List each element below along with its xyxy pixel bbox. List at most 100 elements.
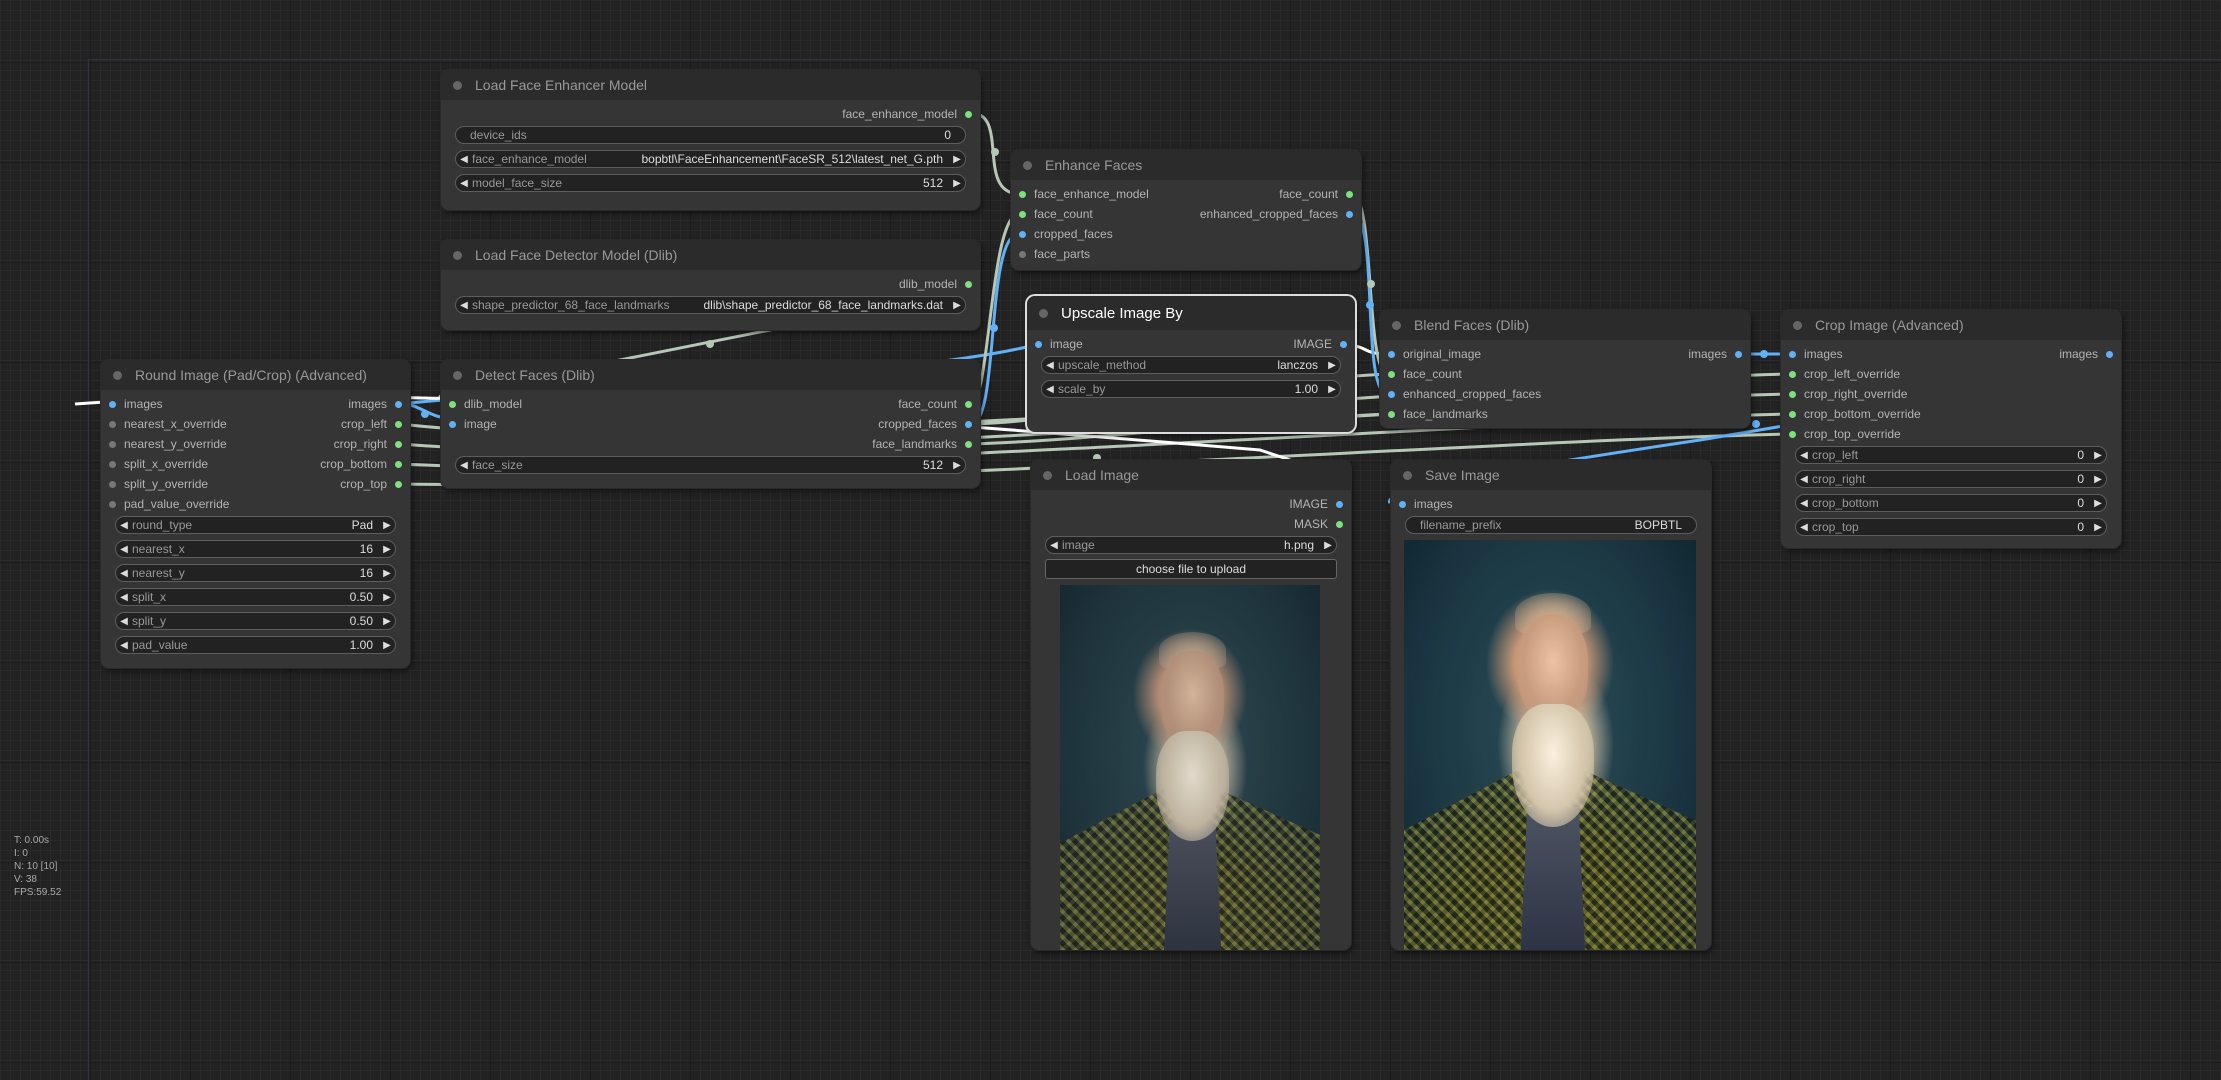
input-pin[interactable] <box>109 460 116 468</box>
input-pin[interactable] <box>109 420 116 428</box>
widget-split-y[interactable]: ◀ split_y 0.50 ▶ <box>115 612 396 630</box>
node-upscale-image-by[interactable]: Upscale Image By image IMAGE ◀ upscale_m… <box>1027 296 1355 432</box>
node-crop-image-advanced[interactable]: Crop Image (Advanced) images crop_left_o… <box>1781 310 2121 548</box>
decrement-arrow-icon[interactable]: ◀ <box>1796 474 1812 485</box>
decrement-arrow-icon[interactable]: ◀ <box>116 616 132 627</box>
increment-arrow-icon[interactable]: ▶ <box>379 520 395 531</box>
widget-value[interactable]: 16 <box>360 566 373 580</box>
collapse-dot-icon[interactable] <box>453 80 462 90</box>
input-slot-cropped-faces[interactable]: cropped_faces <box>1019 224 1113 244</box>
increment-arrow-icon[interactable]: ▶ <box>1324 360 1340 371</box>
increment-arrow-icon[interactable]: ▶ <box>379 568 395 579</box>
collapse-dot-icon[interactable] <box>113 370 122 380</box>
collapse-dot-icon[interactable] <box>1043 470 1052 480</box>
input-pin[interactable] <box>449 400 456 408</box>
input-slot-enhanced-cropped-faces[interactable]: enhanced_cropped_faces <box>1388 384 1541 404</box>
widget-value[interactable]: dlib\shape_predictor_68_face_landmarks.d… <box>704 298 944 312</box>
widget-face-enhance-model[interactable]: ◀ face_enhance_model bopbtl\FaceEnhancem… <box>455 150 966 168</box>
input-slot-images[interactable]: images <box>1789 344 1843 364</box>
output-slot-images[interactable]: images <box>348 394 402 414</box>
increment-arrow-icon[interactable]: ▶ <box>379 592 395 603</box>
node-title-bar[interactable]: Round Image (Pad/Crop) (Advanced) <box>101 360 410 390</box>
widget-crop-left[interactable]: ◀ crop_left 0 ▶ <box>1795 446 2107 464</box>
widget-value[interactable]: 0 <box>2077 448 2084 462</box>
widget-value[interactable]: 0.50 <box>350 590 373 604</box>
output-pin[interactable] <box>2106 350 2113 358</box>
decrement-arrow-icon[interactable]: ◀ <box>1046 540 1062 551</box>
node-title-bar[interactable]: Detect Faces (Dlib) <box>441 360 980 390</box>
widget-value[interactable]: 0.50 <box>350 614 373 628</box>
output-pin[interactable] <box>965 280 972 288</box>
output-pin[interactable] <box>1336 520 1343 528</box>
input-slot-crop-top-override[interactable]: crop_top_override <box>1789 424 1901 444</box>
node-title-bar[interactable]: Crop Image (Advanced) <box>1781 310 2121 340</box>
input-slot-face-parts[interactable]: face_parts <box>1019 244 1090 264</box>
increment-arrow-icon[interactable]: ▶ <box>949 154 965 165</box>
output-slot-face-count[interactable]: face_count <box>1279 184 1353 204</box>
widget-filename-prefix[interactable]: filename_prefix BOPBTL <box>1405 516 1697 534</box>
decrement-arrow-icon[interactable]: ◀ <box>1796 498 1812 509</box>
input-pin[interactable] <box>1789 410 1796 418</box>
decrement-arrow-icon[interactable]: ◀ <box>1796 522 1812 533</box>
widget-value[interactable]: 0 <box>2077 496 2084 510</box>
widget-pad-value[interactable]: ◀ pad_value 1.00 ▶ <box>115 636 396 654</box>
input-slot-nearest-x-override[interactable]: nearest_x_override <box>109 414 227 434</box>
decrement-arrow-icon[interactable]: ◀ <box>116 592 132 603</box>
output-pin[interactable] <box>965 420 972 428</box>
widget-round-type[interactable]: ◀ round_type Pad ▶ <box>115 516 396 534</box>
input-slot-crop-right-override[interactable]: crop_right_override <box>1789 384 1907 404</box>
input-slot-face-landmarks[interactable]: face_landmarks <box>1388 404 1488 424</box>
input-slot-split-x-override[interactable]: split_x_override <box>109 454 208 474</box>
widget-value[interactable]: Pad <box>352 518 373 532</box>
increment-arrow-icon[interactable]: ▶ <box>379 616 395 627</box>
widget-crop-top[interactable]: ◀ crop_top 0 ▶ <box>1795 518 2107 536</box>
input-pin[interactable] <box>1035 340 1042 348</box>
input-slot-crop-left-override[interactable]: crop_left_override <box>1789 364 1900 384</box>
output-slot-images[interactable]: images <box>1688 344 1742 364</box>
collapse-dot-icon[interactable] <box>453 370 462 380</box>
node-title-bar[interactable]: Upscale Image By <box>1027 296 1355 330</box>
widget-value[interactable]: 0 <box>2077 472 2084 486</box>
input-pin[interactable] <box>1789 390 1796 398</box>
widget-value[interactable]: 1.00 <box>1295 382 1318 396</box>
input-pin[interactable] <box>109 440 116 448</box>
node-title-bar[interactable]: Load Face Detector Model (Dlib) <box>441 240 980 270</box>
collapse-dot-icon[interactable] <box>1392 320 1401 330</box>
collapse-dot-icon[interactable] <box>1793 320 1802 330</box>
node-load-face-enhancer-model[interactable]: Load Face Enhancer Model face_enhance_mo… <box>441 70 980 210</box>
widget-value[interactable]: 512 <box>923 458 943 472</box>
widget-value[interactable]: 16 <box>360 542 373 556</box>
input-pin[interactable] <box>1388 370 1395 378</box>
output-slot-dlib-model[interactable]: dlib_model <box>899 274 972 294</box>
widget-value[interactable]: 0 <box>944 128 951 142</box>
output-slot-face-enhance-model[interactable]: face_enhance_model <box>842 104 972 124</box>
collapse-dot-icon[interactable] <box>1039 308 1048 318</box>
input-slot-split-y-override[interactable]: split_y_override <box>109 474 208 494</box>
widget-scale-by[interactable]: ◀ scale_by 1.00 ▶ <box>1041 380 1341 398</box>
output-pin[interactable] <box>1346 210 1353 218</box>
output-slot-images[interactable]: images <box>2059 344 2113 364</box>
widget-value[interactable]: lanczos <box>1277 358 1318 372</box>
output-slot-crop-top[interactable]: crop_top <box>340 474 402 494</box>
input-pin[interactable] <box>1789 430 1796 438</box>
output-slot-face-landmarks[interactable]: face_landmarks <box>872 434 972 454</box>
increment-arrow-icon[interactable]: ▶ <box>2090 474 2106 485</box>
widget-value[interactable]: 512 <box>923 176 943 190</box>
node-title-bar[interactable]: Load Face Enhancer Model <box>441 70 980 100</box>
increment-arrow-icon[interactable]: ▶ <box>1320 540 1336 551</box>
widget-value[interactable]: 0 <box>2077 520 2084 534</box>
input-slot-face-count[interactable]: face_count <box>1388 364 1462 384</box>
input-pin[interactable] <box>1019 210 1026 218</box>
output-pin[interactable] <box>1340 340 1347 348</box>
decrement-arrow-icon[interactable]: ◀ <box>456 154 472 165</box>
output-pin[interactable] <box>1735 350 1742 358</box>
widget-crop-right[interactable]: ◀ crop_right 0 ▶ <box>1795 470 2107 488</box>
collapse-dot-icon[interactable] <box>1023 160 1032 170</box>
increment-arrow-icon[interactable]: ▶ <box>949 178 965 189</box>
input-slot-pad-value-override[interactable]: pad_value_override <box>109 494 229 514</box>
input-slot-face-enhance-model[interactable]: face_enhance_model <box>1019 184 1149 204</box>
widget-shape-predictor[interactable]: ◀ shape_predictor_68_face_landmarks dlib… <box>455 296 966 314</box>
input-slot-images[interactable]: images <box>109 394 163 414</box>
input-pin[interactable] <box>109 400 116 408</box>
output-image-preview[interactable] <box>1404 540 1696 950</box>
